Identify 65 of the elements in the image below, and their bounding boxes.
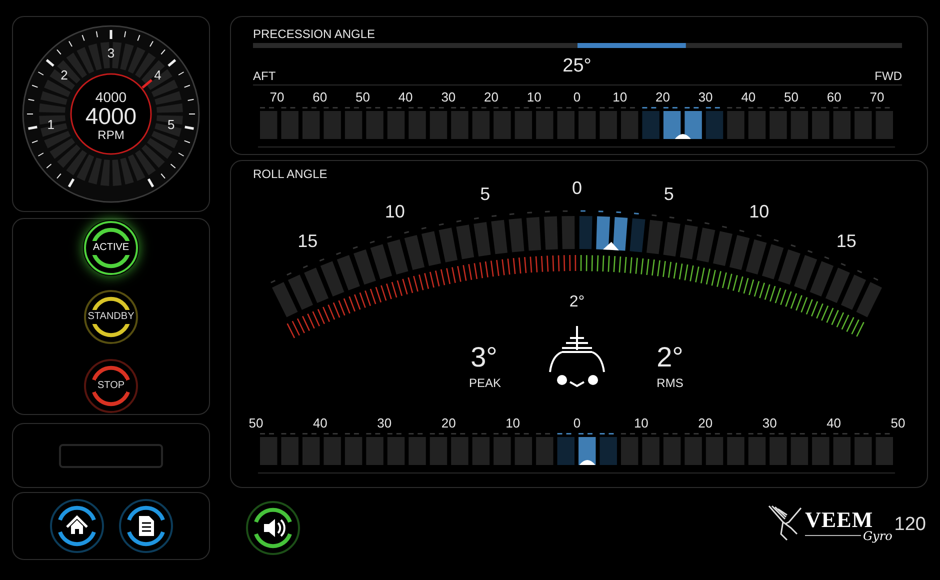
rpm-reading: 4000 [85,103,137,129]
scale-label: 30 [441,90,456,104]
peak-value: 3° [470,342,498,372]
arc-label: 15 [836,230,856,251]
mode-button[interactable]: STOP [83,358,139,414]
scale-label: 60 [312,90,328,104]
scale-label: 50 [890,416,906,430]
product-name: Gyro [862,530,892,542]
dial-label: 5 [167,117,175,132]
dial-label: 1 [47,117,55,132]
scale-label: 20 [441,416,456,430]
winged-horse-icon [766,504,803,542]
scale-label: 60 [826,90,842,104]
mode-button[interactable]: STANDBY [83,288,139,344]
document-button[interactable] [118,498,174,554]
scale-label: 40 [741,90,756,104]
scale-label: 30 [698,90,713,104]
scale-label: 70 [870,90,884,104]
scale-label: 50 [248,416,264,430]
scale-label: 20 [655,90,670,104]
scale-label: 20 [484,90,499,104]
scale-label: 0 [573,90,581,104]
scale-label: 70 [270,90,284,104]
boat-icon [549,325,605,387]
precession-reading: 25° [562,56,592,76]
scale-label: 0 [573,416,581,430]
dial-label: 4 [154,67,162,82]
rpm-unit: RPM [98,128,124,142]
scale-label: 20 [698,416,713,430]
peak-label: PEAK [469,376,501,390]
arc-label: 10 [749,202,770,222]
arc-label: 0 [572,178,582,198]
scale-label: 10 [634,416,648,430]
arc-label: 15 [298,230,318,251]
scale-label: 40 [826,416,842,430]
speaker-icon [264,519,286,537]
scale-label: 10 [506,416,520,430]
home-icon [66,515,88,534]
rms-label: RMS [656,376,684,390]
panel-title: ROLL ANGLE [253,167,328,181]
scale-label: 50 [784,90,799,104]
scale-label: 10 [526,90,542,104]
sound-button[interactable] [245,500,301,556]
arc-label: 5 [664,184,674,204]
dial-label: 3 [107,46,115,60]
home-button[interactable] [48,498,104,554]
scale-label: 10 [612,90,628,104]
scale-label: 40 [398,90,413,104]
arc-label: 5 [480,184,490,204]
aft-label: AFT [253,69,276,83]
mode-button[interactable]: ACTIVE [83,220,139,276]
scale-label: 30 [377,416,392,430]
rms-value: 2° [656,342,684,372]
scale-label: 40 [312,416,328,430]
brand-name: VEEM [804,509,874,531]
dial-label: 2 [60,67,68,82]
scale-label: 30 [762,416,777,430]
fwd-label: FWD [874,69,902,83]
model-number: 120 [894,515,927,534]
panel-title: PRECESSION ANGLE [253,27,376,41]
document-icon [138,516,154,536]
roll-reading: 2° [569,294,585,310]
rpm-setpoint: 4000 [95,89,127,105]
scale-label: 50 [355,90,370,104]
arc-label: 10 [384,202,405,222]
